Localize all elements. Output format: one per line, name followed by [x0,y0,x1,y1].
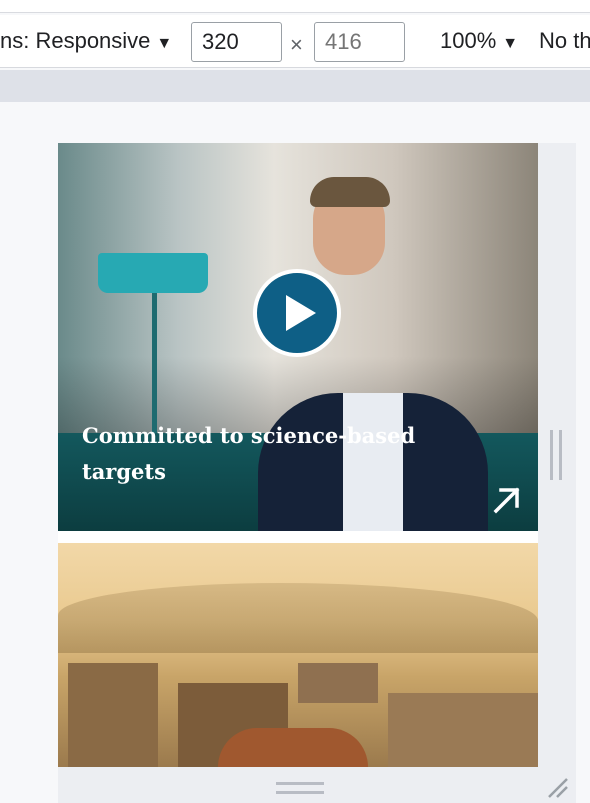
building [388,693,538,767]
resize-handle-bottom[interactable] [276,782,324,794]
dimensions-label: ns: Responsive [0,28,151,53]
card-title[interactable]: Committed to science-based targets [82,418,462,490]
play-icon [286,295,316,331]
arrow-up-right-icon[interactable] [492,485,522,515]
resize-grip-icon[interactable] [545,775,569,799]
dimensions-dropdown[interactable]: ns: Responsive ▼ [0,28,172,54]
city-image-card[interactable] [58,543,538,767]
round-building [218,728,368,767]
chevron-down-icon: ▼ [156,35,173,52]
person-hair [310,177,390,207]
throttling-dropdown[interactable]: No th [539,28,590,54]
lamp-shade [98,253,208,293]
height-input[interactable] [314,22,405,62]
device-toolbar: ns: Responsive ▼ × 100% ▼ No th [0,15,590,68]
play-button[interactable] [253,269,341,357]
resize-handle-right[interactable] [550,430,562,480]
zoom-dropdown[interactable]: 100% ▼ [440,28,518,54]
hill-silhouette [58,583,538,653]
devtools-top-strip [0,0,590,13]
video-card[interactable]: Committed to science-based targets [58,143,538,531]
times-separator: × [290,32,303,57]
throttling-label: No th [539,28,590,53]
chevron-down-icon: ▼ [502,35,519,52]
width-input[interactable] [191,22,282,62]
zoom-label: 100% [440,28,497,53]
building [298,663,378,703]
media-query-bar[interactable] [0,70,590,102]
building [68,663,158,767]
device-viewport: Committed to science-based targets [58,143,538,767]
